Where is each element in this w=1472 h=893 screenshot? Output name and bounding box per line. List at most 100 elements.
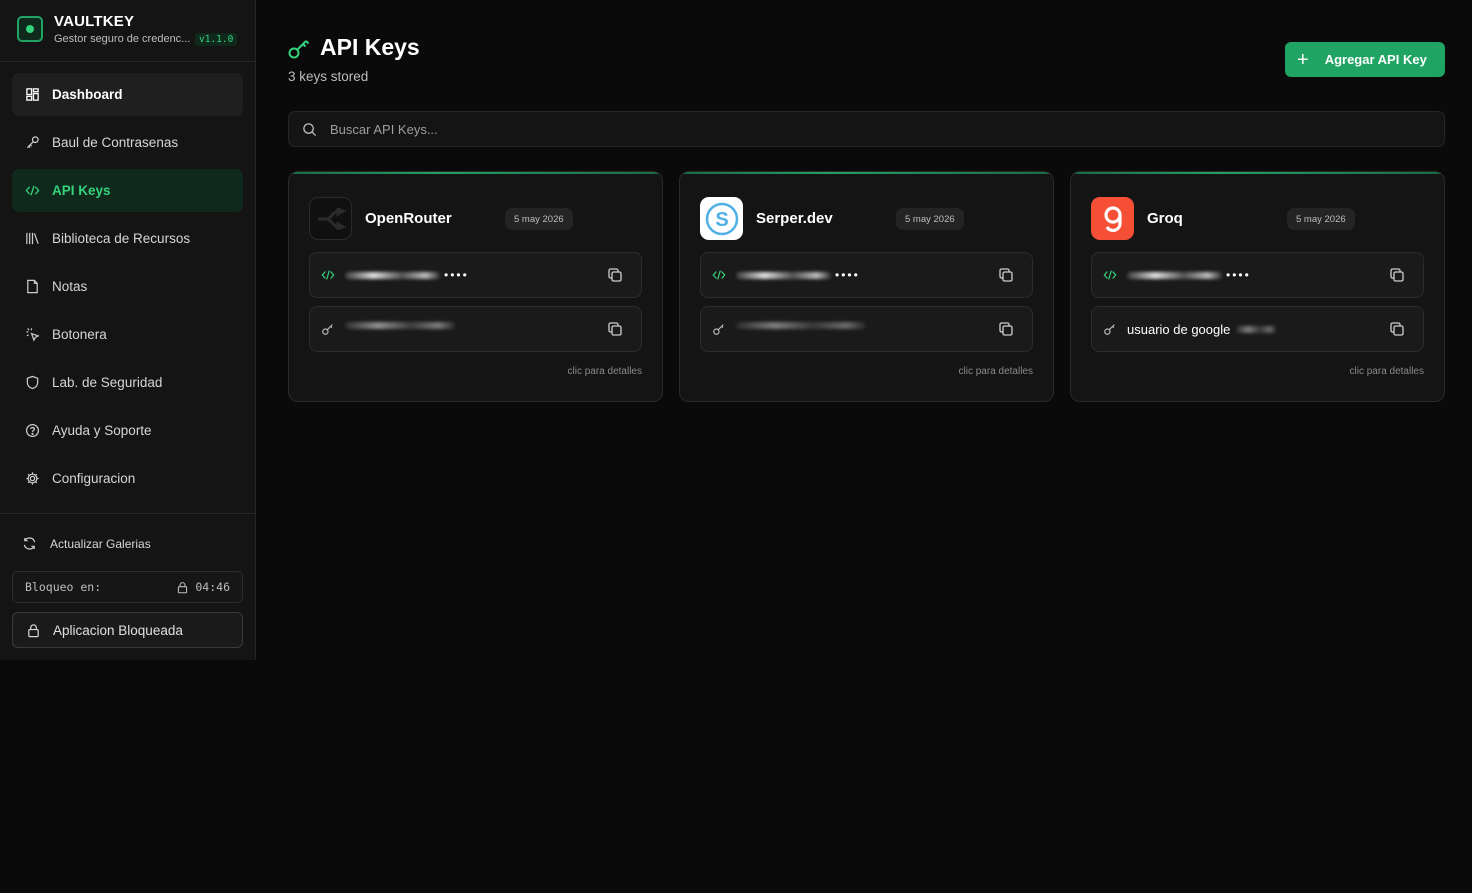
- blurred-secret: [1236, 326, 1277, 333]
- api-key-card-serper[interactable]: S Serper.dev 5 may 2026 •••• clic para d…: [679, 171, 1054, 402]
- file-icon: [24, 279, 40, 295]
- api-key-field[interactable]: ••••: [700, 252, 1033, 298]
- copy-icon[interactable]: [1389, 321, 1405, 337]
- groq-logo-icon: [1091, 197, 1134, 240]
- search-icon: [303, 122, 317, 136]
- page-title: API Keys: [320, 34, 420, 60]
- sidebar-item-security-lab[interactable]: Lab. de Seguridad: [12, 361, 243, 404]
- blurred-secret: [736, 322, 866, 329]
- sidebar-item-label: Lab. de Seguridad: [52, 375, 163, 390]
- copy-icon[interactable]: [607, 267, 623, 283]
- details-hint: clic para detalles: [1349, 366, 1424, 377]
- masked-key: ••••: [736, 268, 860, 282]
- sidebar-item-label: Botonera: [52, 327, 107, 342]
- date-badge: 5 may 2026: [896, 208, 964, 230]
- dashboard-icon: [24, 87, 40, 103]
- secondary-field[interactable]: [309, 306, 642, 352]
- lock-timer: Bloqueo en: 04:46: [12, 571, 243, 603]
- brand-header: VAULTKEY Gestor seguro de credenc... v1.…: [0, 0, 255, 62]
- sidebar-item-label: Notas: [52, 279, 88, 294]
- blurred-value: [736, 322, 866, 329]
- vault-logo-icon: [17, 16, 43, 42]
- sidebar-item-library[interactable]: Biblioteca de Recursos: [12, 217, 243, 260]
- lock-timer-value: 04:46: [176, 580, 230, 594]
- page-subtitle: 3 keys stored: [288, 69, 369, 84]
- sidebar-nav: Dashboard Baul de Contrasenas API Keys B…: [12, 73, 243, 505]
- key-dots: ••••: [835, 268, 860, 282]
- secondary-value: usuario de google: [1127, 322, 1277, 337]
- search-bar[interactable]: Buscar API Keys...: [288, 111, 1445, 147]
- lock-time: 04:46: [195, 580, 230, 594]
- key-icon: [288, 40, 310, 59]
- api-key-card-groq[interactable]: Groq 5 may 2026 •••• usuario de google c…: [1070, 171, 1445, 402]
- key-icon: [322, 324, 333, 335]
- sidebar-item-label: API Keys: [52, 183, 111, 198]
- sidebar: VAULTKEY Gestor seguro de credenc... v1.…: [0, 0, 256, 660]
- masked-key: ••••: [345, 268, 469, 282]
- search-input[interactable]: Buscar API Keys...: [330, 122, 438, 137]
- refresh-galleries-button[interactable]: Actualizar Galerias: [22, 536, 151, 551]
- copy-icon[interactable]: [1389, 267, 1405, 283]
- card-title: OpenRouter: [365, 210, 452, 227]
- date-badge: 5 may 2026: [1287, 208, 1355, 230]
- date-badge: 5 may 2026: [505, 208, 573, 230]
- key-dots: ••••: [444, 268, 469, 282]
- secondary-field[interactable]: usuario de google: [1091, 306, 1424, 352]
- sidebar-item-dashboard[interactable]: Dashboard: [12, 73, 243, 116]
- key-dots: ••••: [1226, 268, 1251, 282]
- copy-icon[interactable]: [607, 321, 623, 337]
- blurred-key: [736, 271, 831, 279]
- lock-app-button[interactable]: Aplicacion Bloqueada: [12, 612, 243, 648]
- api-key-card-openrouter[interactable]: OpenRouter 5 may 2026 •••• clic para det…: [288, 171, 663, 402]
- brand-title: VAULTKEY: [54, 13, 135, 30]
- sidebar-item-help[interactable]: Ayuda y Soporte: [12, 409, 243, 452]
- api-key-field[interactable]: ••••: [1091, 252, 1424, 298]
- serper-logo-icon: S: [700, 197, 743, 240]
- library-icon: [24, 231, 40, 247]
- secondary-field[interactable]: [700, 306, 1033, 352]
- add-api-key-button[interactable]: + Agregar API Key: [1285, 42, 1445, 77]
- sidebar-item-buttons[interactable]: Botonera: [12, 313, 243, 356]
- svg-text:S: S: [715, 209, 728, 231]
- sidebar-item-label: Biblioteca de Recursos: [52, 231, 191, 246]
- version-badge: v1.1.0: [195, 33, 238, 46]
- shield-icon: [24, 375, 40, 391]
- sidebar-item-label: Dashboard: [52, 87, 123, 102]
- sidebar-item-passwords[interactable]: Baul de Contrasenas: [12, 121, 243, 164]
- code-icon: [712, 270, 726, 280]
- openrouter-logo-icon: [309, 197, 352, 240]
- pointer-icon: [24, 327, 40, 343]
- blurred-key: [1127, 271, 1222, 279]
- gear-icon: [24, 471, 40, 487]
- sidebar-divider: [0, 513, 255, 514]
- lock-timer-label: Bloqueo en:: [25, 580, 102, 594]
- key-icon: [713, 324, 724, 335]
- sidebar-item-settings[interactable]: Configuracion: [12, 457, 243, 500]
- lock-button-label: Aplicacion Bloqueada: [53, 622, 183, 638]
- sidebar-item-api-keys[interactable]: API Keys: [12, 169, 243, 212]
- details-hint: clic para detalles: [958, 366, 1033, 377]
- api-key-field[interactable]: ••••: [309, 252, 642, 298]
- sidebar-item-label: Configuracion: [52, 471, 136, 486]
- sidebar-item-notes[interactable]: Notas: [12, 265, 243, 308]
- code-icon: [24, 183, 40, 199]
- lock-icon: [28, 623, 39, 637]
- copy-icon[interactable]: [998, 267, 1014, 283]
- key-icon: [1104, 324, 1115, 335]
- masked-key: ••••: [1127, 268, 1251, 282]
- code-icon: [1103, 270, 1117, 280]
- blurred-value: [345, 322, 455, 329]
- details-hint: clic para detalles: [567, 366, 642, 377]
- plus-icon: +: [1297, 48, 1309, 71]
- blurred-key: [345, 271, 440, 279]
- card-title: Serper.dev: [756, 210, 833, 227]
- add-button-label: Agregar API Key: [1324, 52, 1427, 67]
- copy-icon[interactable]: [998, 321, 1014, 337]
- code-icon: [321, 270, 335, 280]
- sidebar-item-label: Ayuda y Soporte: [52, 423, 152, 438]
- card-title: Groq: [1147, 210, 1183, 227]
- sidebar-item-label: Baul de Contrasenas: [52, 135, 179, 150]
- username-text: usuario de google: [1127, 322, 1231, 337]
- brand-subtitle: Gestor seguro de credenc...: [54, 33, 191, 45]
- refresh-icon: [23, 537, 36, 550]
